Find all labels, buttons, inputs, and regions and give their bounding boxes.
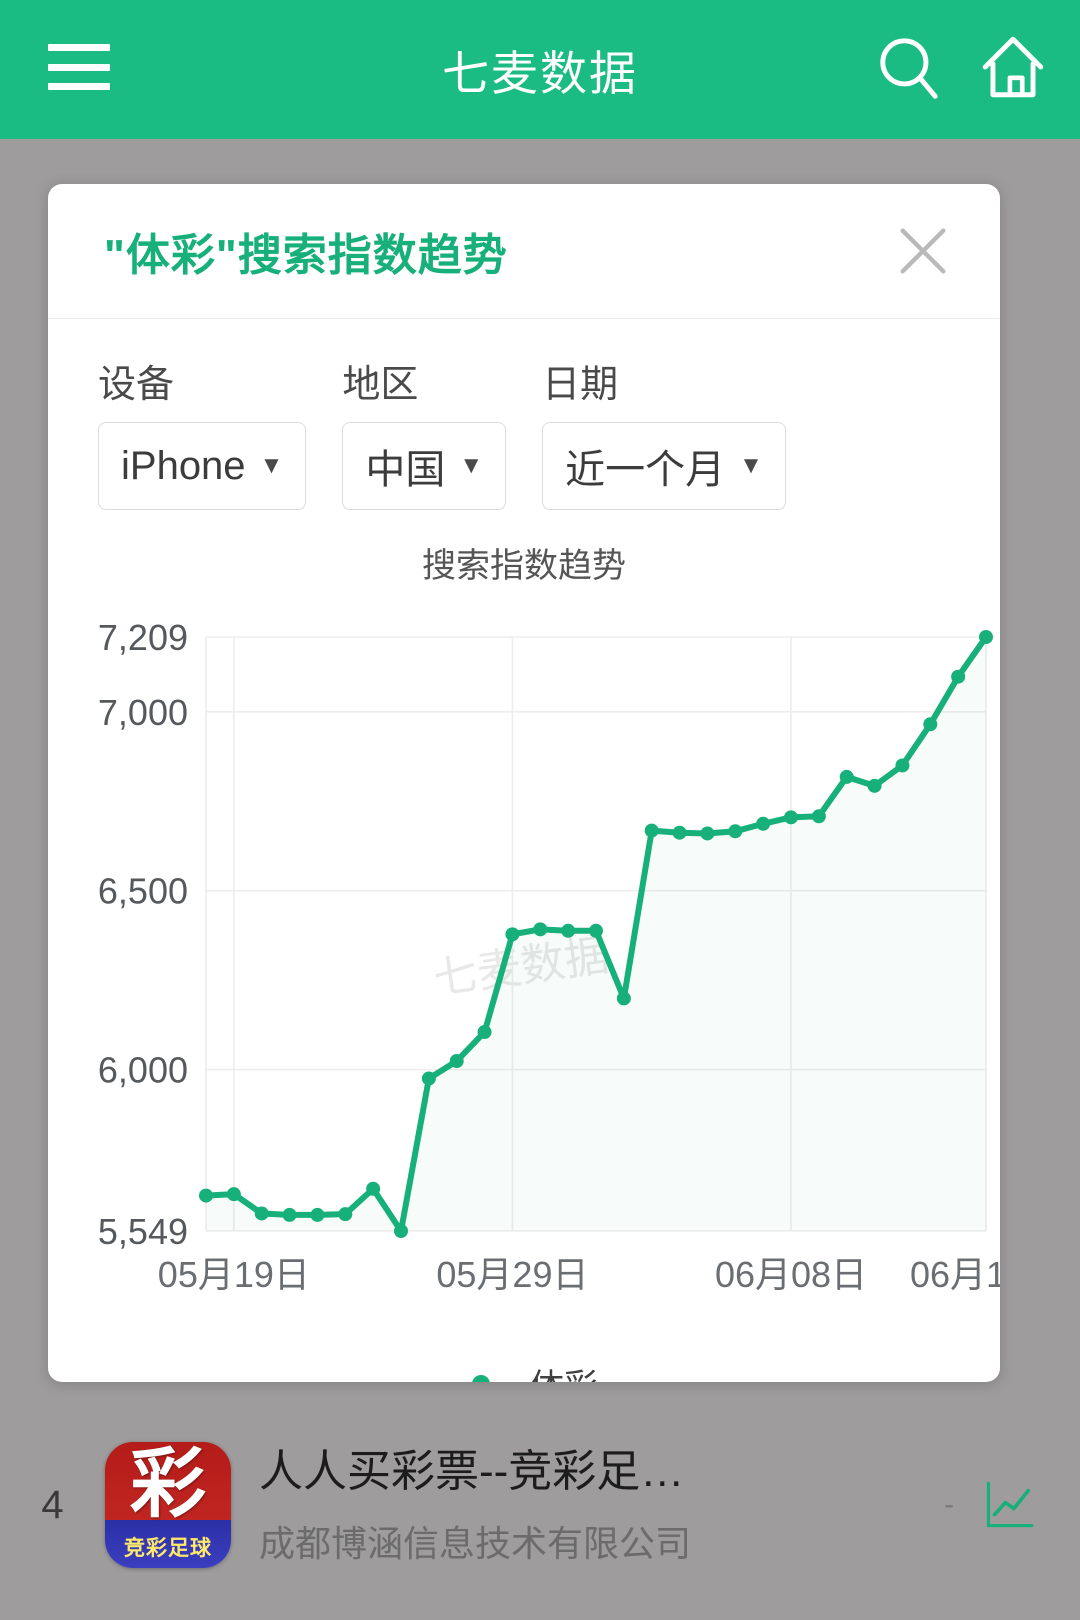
search-index-modal: "体彩"搜索指数趋势 设备 iPhone ▼ 地区 中国 ▼ 日期 近一个月 ▼ xyxy=(48,184,1000,1382)
chevron-down-icon: ▼ xyxy=(459,452,484,479)
search-icon[interactable] xyxy=(872,30,946,104)
chart-svg: 七麦数据7,2097,0006,5006,0005,54905月19日05月29… xyxy=(98,617,1000,1295)
filter-device-value: iPhone xyxy=(121,443,246,488)
filter-bar: 设备 iPhone ▼ 地区 中国 ▼ 日期 近一个月 ▼ xyxy=(48,319,1000,510)
filter-device: 设备 iPhone ▼ xyxy=(98,353,307,510)
chevron-down-icon: ▼ xyxy=(259,452,284,479)
app-list-row[interactable]: 4 彩 竞彩足球 人人买彩票--竞彩足… 成都博涵信息技术有限公司 - xyxy=(0,1390,1080,1620)
close-icon[interactable] xyxy=(894,222,952,280)
app-icon: 彩 竞彩足球 xyxy=(105,1442,231,1568)
modal-title: "体彩"搜索指数趋势 xyxy=(104,231,508,280)
svg-text:06月08日: 06月08日 xyxy=(715,1254,867,1295)
app-developer: 成都博涵信息技术有限公司 xyxy=(259,1522,692,1564)
legend-marker-icon xyxy=(450,1374,512,1382)
svg-text:6,500: 6,500 xyxy=(98,871,188,912)
home-icon[interactable] xyxy=(976,30,1050,104)
filter-region-select[interactable]: 中国 ▼ xyxy=(342,422,507,510)
app-header: 七麦数据 xyxy=(0,0,1080,139)
app-icon-subtitle: 竞彩足球 xyxy=(124,1537,212,1560)
filter-device-label: 设备 xyxy=(98,364,175,406)
svg-text:06月15日: 06月15日 xyxy=(910,1254,1000,1295)
svg-text:5,549: 5,549 xyxy=(98,1211,188,1252)
app-icon-glyph: 彩 xyxy=(130,1442,206,1528)
filter-date-select[interactable]: 近一个月 ▼ xyxy=(542,422,786,510)
rank-number: 4 xyxy=(41,1482,64,1527)
app-info: 人人买彩票--竞彩足… 成都博涵信息技术有限公司 xyxy=(231,1444,944,1567)
legend-label: 体彩 xyxy=(530,1359,598,1382)
header-actions xyxy=(872,30,1050,104)
svg-text:05月19日: 05月19日 xyxy=(158,1254,310,1295)
search-index-chart: 七麦数据7,2097,0006,5006,0005,54905月19日05月29… xyxy=(48,595,1000,1355)
chevron-down-icon: ▼ xyxy=(739,452,763,479)
svg-text:7,000: 7,000 xyxy=(98,692,188,733)
filter-device-select[interactable]: iPhone ▼ xyxy=(98,422,307,510)
filter-region-label: 地区 xyxy=(342,364,419,406)
chart-legend: 体彩 xyxy=(48,1359,1000,1382)
svg-text:05月29日: 05月29日 xyxy=(436,1254,588,1295)
filter-date-label: 日期 xyxy=(542,364,619,406)
app-name: 人人买彩票--竞彩足… xyxy=(259,1446,685,1496)
filter-date: 日期 近一个月 ▼ xyxy=(542,353,786,510)
filter-region: 地区 中国 ▼ xyxy=(342,353,507,510)
chart-title: 搜索指数趋势 xyxy=(422,547,626,585)
filter-date-value: 近一个月 xyxy=(565,448,726,492)
svg-text:7,209: 7,209 xyxy=(98,617,188,658)
trend-value: - xyxy=(944,1488,954,1521)
modal-header: "体彩"搜索指数趋势 xyxy=(48,184,1000,319)
svg-text:6,000: 6,000 xyxy=(98,1050,188,1091)
filter-region-value: 中国 xyxy=(365,448,446,492)
line-chart-icon[interactable] xyxy=(980,1476,1038,1534)
